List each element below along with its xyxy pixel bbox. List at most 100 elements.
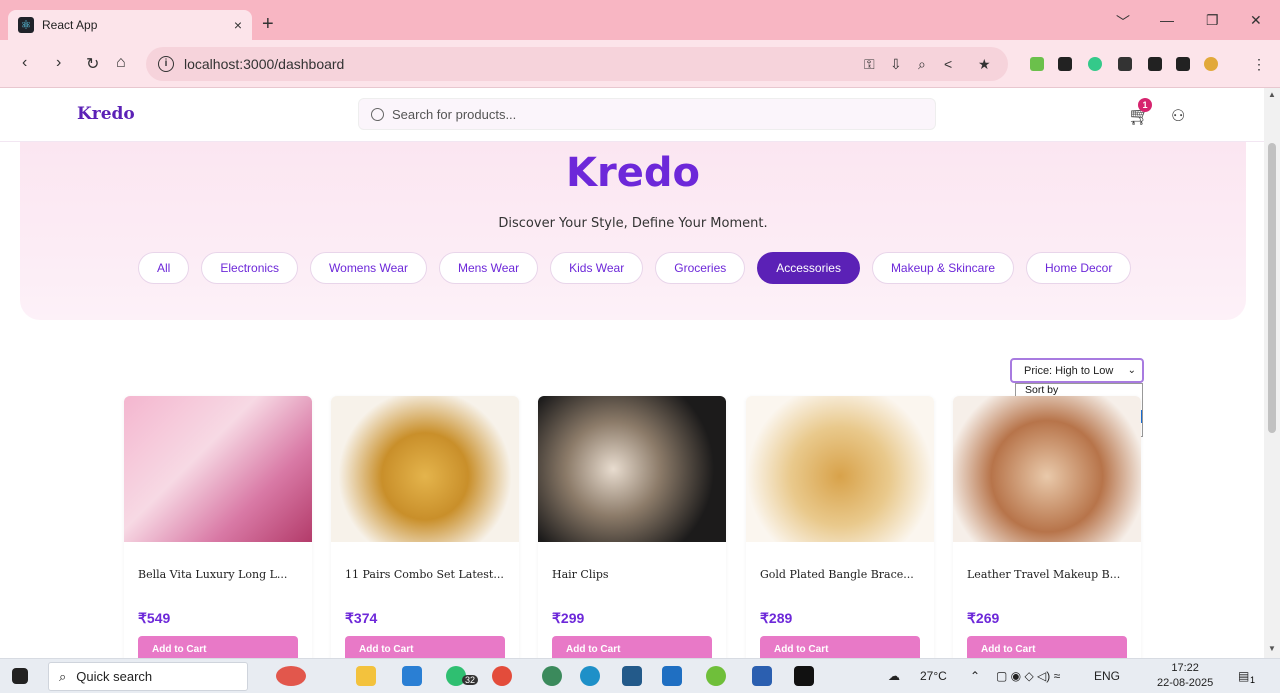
add-to-cart-button[interactable]: Add to Cart — [760, 636, 920, 658]
react-favicon-icon: ⚛ — [18, 17, 34, 33]
user-icon[interactable]: ⚇ — [1171, 106, 1185, 126]
windows-start-icon[interactable] — [12, 668, 28, 684]
minimize-button[interactable]: — — [1160, 12, 1174, 28]
scroll-up-icon[interactable]: ▲ — [1268, 90, 1276, 99]
extension-mail-icon[interactable] — [1030, 57, 1044, 71]
category-chip-all[interactable]: All — [138, 252, 190, 284]
install-app-icon[interactable]: ⇩ — [890, 56, 902, 73]
product-name[interactable]: Hair Clips — [552, 568, 609, 581]
add-to-cart-button[interactable]: Add to Cart — [967, 636, 1127, 658]
product-card[interactable]: Bella Vita Luxury Long L... ₹549 Add to Ca… — [124, 396, 312, 658]
product-name[interactable]: Leather Travel Makeup B... — [967, 568, 1120, 581]
back-icon[interactable]: ‹ — [22, 54, 27, 72]
profile-avatar-icon[interactable] — [1204, 57, 1218, 71]
clock-time: 17:22 — [1171, 662, 1199, 674]
browser-tab[interactable]: ⚛ React App × — [8, 10, 252, 40]
category-chip-mens-wear[interactable]: Mens Wear — [438, 252, 539, 284]
product-card[interactable]: Leather Travel Makeup B... ₹269 Add to Car… — [953, 396, 1141, 658]
weather-icon[interactable]: ☁ — [888, 669, 900, 683]
close-window-button[interactable]: ✕ — [1250, 12, 1262, 29]
vscode-icon[interactable] — [402, 666, 422, 686]
product-image[interactable] — [538, 396, 726, 542]
store-icon[interactable] — [662, 666, 682, 686]
widgets-icon[interactable] — [276, 666, 306, 686]
language-indicator[interactable]: ENG — [1094, 669, 1120, 683]
sort-selected-value: Price: High to Low — [1024, 364, 1114, 377]
chrome-icon[interactable] — [492, 666, 512, 686]
menu-kebab-icon[interactable]: ⋮ — [1252, 56, 1266, 73]
notification-icon[interactable]: ▤ — [1238, 669, 1249, 683]
search-input[interactable]: Search for products... — [358, 98, 936, 130]
brand-logo[interactable]: Kredo — [77, 104, 135, 124]
home-icon[interactable]: ⌂ — [116, 54, 126, 72]
side-panel-icon[interactable] — [1176, 57, 1190, 71]
file-explorer-icon[interactable] — [356, 666, 376, 686]
reload-icon[interactable]: ↻ — [86, 54, 99, 74]
search-icon — [371, 107, 384, 121]
taskbar-search[interactable]: ⌕ Quick search — [48, 662, 248, 691]
zoom-icon[interactable]: ⌕ — [918, 56, 926, 73]
browser-tab-strip: ⚛ React App × + ﹀ — ❐ ✕ — [0, 0, 1280, 40]
intellij-icon[interactable] — [794, 666, 814, 686]
scroll-down-icon[interactable]: ▼ — [1268, 644, 1276, 653]
category-chip-womens-wear[interactable]: Womens Wear — [310, 252, 427, 284]
forward-icon[interactable]: › — [56, 54, 61, 72]
extension-puzzle-icon[interactable] — [1058, 57, 1072, 71]
site-info-icon[interactable]: i — [158, 56, 174, 72]
category-chip-kids-wear[interactable]: Kids Wear — [550, 252, 644, 284]
page-scrollbar[interactable]: ▲ ▼ — [1264, 88, 1280, 658]
product-price: ₹269 — [967, 610, 1000, 626]
product-name[interactable]: 11 Pairs Combo Set Latest... — [345, 568, 504, 581]
password-key-icon[interactable]: ⚿ — [864, 56, 875, 73]
chrome-profile-icon[interactable] — [542, 666, 562, 686]
category-chip-home-decor[interactable]: Home Decor — [1026, 252, 1132, 284]
product-image[interactable] — [331, 396, 519, 542]
new-tab-button[interactable]: + — [262, 13, 274, 36]
notification-badge: 1 — [1250, 675, 1256, 685]
extension-circle-icon[interactable] — [1088, 57, 1102, 71]
weather-temp[interactable]: 27°C — [920, 669, 947, 683]
page-viewport: Kredo Search for products... 🛒︎ 1 ⚇ Kred… — [0, 88, 1264, 658]
scrollbar-thumb[interactable] — [1268, 143, 1276, 433]
product-price: ₹289 — [760, 610, 793, 626]
tab-search-button[interactable]: ﹀ — [1116, 12, 1130, 32]
edge-icon[interactable] — [580, 666, 600, 686]
product-price: ₹299 — [552, 610, 585, 626]
reading-list-icon[interactable] — [1148, 57, 1162, 71]
clock-date: 22-08-2025 — [1157, 677, 1214, 689]
cart-count-badge: 1 — [1138, 98, 1152, 112]
extensions-icon[interactable] — [1118, 57, 1132, 71]
game-icon[interactable] — [706, 666, 726, 686]
product-image[interactable] — [746, 396, 934, 542]
search-placeholder: Search for products... — [392, 106, 517, 122]
product-card[interactable]: Hair Clips ₹299 Add to Cart — [538, 396, 726, 658]
word-icon[interactable] — [752, 666, 772, 686]
add-to-cart-button[interactable]: Add to Cart — [345, 636, 505, 658]
tab-close-icon[interactable]: × — [234, 17, 242, 33]
product-image[interactable] — [953, 396, 1141, 542]
share-icon[interactable]: < — [944, 56, 952, 72]
add-to-cart-button[interactable]: Add to Cart — [138, 636, 298, 658]
category-chip-groceries[interactable]: Groceries — [655, 252, 746, 284]
bookmark-icon[interactable]: ★ — [978, 56, 991, 73]
restore-button[interactable]: ❐ — [1206, 12, 1219, 29]
address-bar[interactable]: i localhost:3000/dashboard — [146, 47, 1008, 81]
category-chip-accessories[interactable]: Accessories — [757, 252, 860, 284]
hero-title: Kredo — [566, 150, 700, 196]
tray-chevron-icon[interactable]: ⌃ — [970, 669, 980, 683]
sort-select[interactable]: Price: High to Low ⌄ — [1010, 358, 1144, 383]
category-chip-makeup-skincare[interactable]: Makeup & Skincare — [871, 252, 1014, 284]
product-name[interactable]: Gold Plated Bangle Brace... — [760, 568, 914, 581]
product-card[interactable]: 11 Pairs Combo Set Latest... ₹374 Add to C… — [331, 396, 519, 658]
product-image[interactable] — [124, 396, 312, 542]
category-chip-electronics[interactable]: Electronics — [201, 252, 299, 284]
taskbar-clock[interactable]: 17:22 22-08-2025 — [1157, 661, 1213, 691]
add-to-cart-button[interactable]: Add to Cart — [552, 636, 712, 658]
product-price: ₹374 — [345, 610, 378, 626]
tray-icons[interactable]: ▢ ◉ ◇ ◁) ≈ — [996, 669, 1060, 683]
search-icon: ⌕ — [59, 668, 67, 684]
product-name[interactable]: Bella Vita Luxury Long L... — [138, 568, 287, 581]
app-icon[interactable] — [622, 666, 642, 686]
chevron-down-icon: ⌄ — [1127, 365, 1136, 376]
product-card[interactable]: Gold Plated Bangle Brace... ₹289 Add to Ca… — [746, 396, 934, 658]
